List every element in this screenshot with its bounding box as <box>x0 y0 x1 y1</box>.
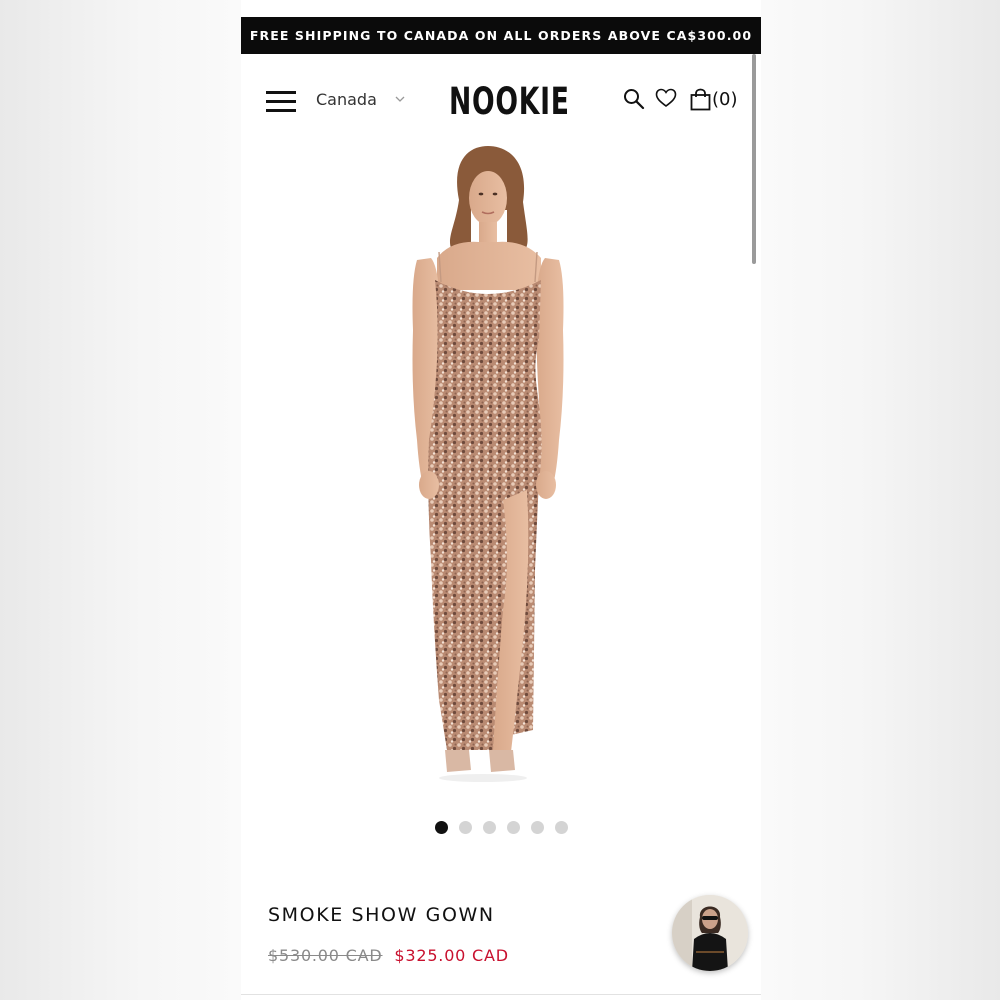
product-image <box>412 146 564 782</box>
promo-text: FREE SHIPPING TO CANADA ON ALL ORDERS AB… <box>249 28 753 43</box>
carousel-dots <box>241 821 761 835</box>
original-price: $530.00 CAD <box>268 946 383 965</box>
heart-icon[interactable] <box>655 88 677 113</box>
country-label: Canada <box>316 90 377 109</box>
carousel-dot[interactable] <box>435 821 448 834</box>
carousel-dot[interactable] <box>555 821 568 834</box>
site-header: Canada NOOKIE (0) <box>241 60 761 140</box>
promo-banner: FREE SHIPPING TO CANADA ON ALL ORDERS AB… <box>241 17 761 54</box>
brand-logo[interactable]: NOOKIE <box>449 80 570 123</box>
divider <box>241 994 761 995</box>
carousel-dot[interactable] <box>459 821 472 834</box>
background-blur-left <box>0 0 241 1000</box>
carousel-dot[interactable] <box>531 821 544 834</box>
product-title: SMOKE SHOW GOWN <box>268 904 495 926</box>
menu-icon[interactable] <box>266 91 296 113</box>
price-row: $530.00 CAD $325.00 CAD <box>268 946 509 965</box>
carousel-dot[interactable] <box>507 821 520 834</box>
bag-icon[interactable] <box>690 88 711 116</box>
carousel-dot[interactable] <box>483 821 496 834</box>
chat-avatar[interactable] <box>672 895 748 971</box>
chevron-down-icon <box>395 93 405 106</box>
cart-count[interactable]: (0) <box>712 89 738 110</box>
search-icon[interactable] <box>623 88 645 115</box>
background-blur-right <box>761 0 1000 1000</box>
sale-price: $325.00 CAD <box>394 946 509 965</box>
mobile-page: FREE SHIPPING TO CANADA ON ALL ORDERS AB… <box>241 0 761 1000</box>
chat-avatar-photo <box>672 895 748 971</box>
country-selector[interactable]: Canada <box>316 90 405 109</box>
product-gallery[interactable] <box>241 140 761 800</box>
